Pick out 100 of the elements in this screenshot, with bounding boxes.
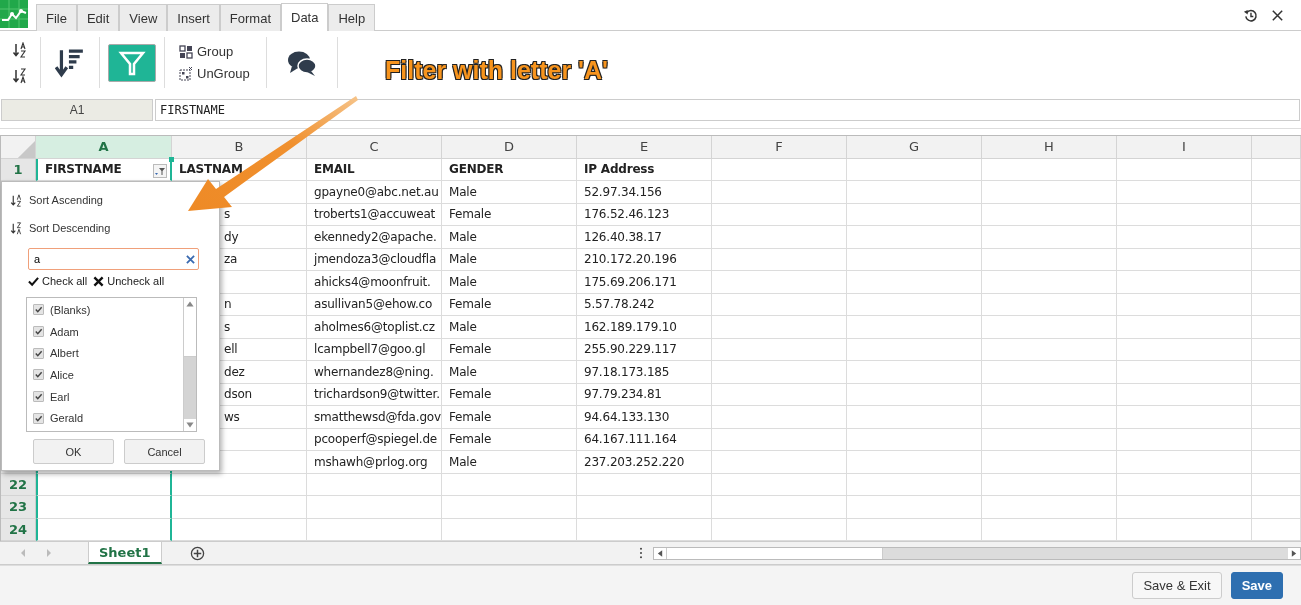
group-button[interactable]: Group: [179, 44, 234, 59]
checkbox[interactable]: [33, 412, 44, 424]
table-cell: [1252, 406, 1301, 429]
table-cell: whernandez8@ning.: [307, 361, 442, 384]
scroll-left-icon[interactable]: [654, 547, 666, 559]
table-cell: Male: [442, 226, 577, 249]
sort-icon[interactable]: [55, 47, 85, 78]
table-cell: troberts1@accuweat: [307, 203, 442, 226]
horizontal-scrollbar[interactable]: [653, 546, 1301, 560]
table-cell: 97.79.234.81: [577, 383, 712, 406]
sort-descending-option[interactable]: Sort Descending: [2, 216, 119, 240]
save-button[interactable]: Save: [1230, 572, 1283, 599]
table-cell: [1252, 496, 1301, 519]
checkbox[interactable]: [33, 391, 44, 403]
check-all-link[interactable]: Check all: [28, 275, 88, 287]
table-cell: [1252, 473, 1301, 496]
checkbox[interactable]: [33, 369, 44, 381]
row-number[interactable]: 1: [1, 158, 36, 181]
row-number[interactable]: 23: [1, 496, 36, 519]
add-sheet-icon[interactable]: [189, 545, 205, 561]
more-icon[interactable]: [639, 547, 643, 559]
table-cell: mshawh@prlog.org: [307, 451, 442, 474]
sort-ascending-icon[interactable]: [12, 41, 28, 58]
table-cell: Female: [442, 383, 577, 406]
table-cell: 64.167.111.164: [577, 428, 712, 451]
ok-button[interactable]: OK: [33, 439, 114, 464]
close-icon[interactable]: [1270, 7, 1285, 23]
row-number[interactable]: 22: [1, 473, 36, 496]
column-header[interactable]: B: [172, 136, 307, 159]
menu-tab[interactable]: Edit: [76, 4, 120, 31]
column-header[interactable]: F: [712, 136, 847, 159]
table-cell: [1252, 271, 1301, 294]
table-cell: Female: [442, 406, 577, 429]
table-cell: Male: [442, 451, 577, 474]
table-cell: 52.97.34.156: [577, 181, 712, 204]
sort-ascending-option[interactable]: Sort Ascending: [2, 188, 111, 212]
table-cell: asullivan5@ehow.co: [307, 293, 442, 316]
name-box[interactable]: A1: [1, 99, 153, 121]
annotation-label: Filter with letter 'A': [385, 56, 609, 85]
menu-tab[interactable]: Data: [281, 3, 329, 31]
group-icon: [179, 44, 193, 59]
checkbox[interactable]: [33, 347, 44, 359]
save-and-exit-button[interactable]: Save & Exit: [1132, 572, 1222, 599]
table-cell: IP Address: [577, 158, 712, 181]
checkbox[interactable]: [33, 326, 44, 338]
table-cell: 210.172.20.196: [577, 248, 712, 271]
cancel-button[interactable]: Cancel: [124, 439, 205, 464]
table-cell: aholmes6@toplist.cz: [307, 316, 442, 339]
cell-text: FIRSTNAME: [45, 162, 122, 177]
column-header[interactable]: G: [847, 136, 982, 159]
search-field[interactable]: a: [28, 248, 199, 270]
uncheck-all-link[interactable]: Uncheck all: [93, 275, 165, 287]
row-number[interactable]: 24: [1, 518, 36, 541]
table-cell: [1252, 338, 1301, 361]
column-header[interactable]: I: [1117, 136, 1252, 159]
ungroup-button[interactable]: UnGroup: [179, 66, 250, 81]
filter-button[interactable]: [108, 43, 156, 82]
table-cell: Male: [442, 248, 577, 271]
table-cell: 176.52.46.123: [577, 203, 712, 226]
table-cell: trichardson9@twitter.: [307, 383, 442, 406]
column-header[interactable]: H: [982, 136, 1117, 159]
column-header[interactable]: E: [577, 136, 712, 159]
sheet-tab[interactable]: Sheet1: [88, 542, 162, 564]
table-cell: 237.203.252.220: [577, 451, 712, 474]
checkbox[interactable]: [33, 304, 44, 316]
clear-icon[interactable]: [186, 255, 195, 264]
table-cell: [1252, 158, 1301, 181]
table-cell: EMAIL: [307, 158, 442, 181]
table-cell: [1252, 248, 1301, 271]
table-cell: 5.57.78.242: [577, 293, 712, 316]
scroll-right-icon[interactable]: [1288, 547, 1300, 559]
table-cell: Female: [442, 428, 577, 451]
menu-tab[interactable]: Help: [328, 4, 376, 31]
menu-tab[interactable]: Insert: [167, 4, 220, 31]
sort-ascending-icon: [10, 193, 23, 207]
table-cell: smatthewsd@fda.gov: [307, 406, 442, 429]
table-cell: 97.18.173.185: [577, 361, 712, 384]
filter-dropdown-icon[interactable]: [153, 163, 167, 178]
table-cell: pcooperf@spiegel.de: [307, 428, 442, 451]
table-cell: ahicks4@moonfruit.: [307, 271, 442, 294]
history-icon[interactable]: [1243, 7, 1258, 23]
table-cell: 94.64.133.130: [577, 406, 712, 429]
menu-tab[interactable]: View: [119, 4, 168, 31]
scrollbar[interactable]: [183, 298, 196, 431]
fill-handle[interactable]: [169, 156, 174, 162]
table-cell: [1252, 361, 1301, 384]
menu-tab[interactable]: Format: [219, 4, 281, 31]
table-cell: ekennedy2@apache.: [307, 226, 442, 249]
scrollbar-thumb[interactable]: [666, 547, 883, 559]
column-header[interactable]: D: [442, 136, 577, 159]
table-cell: 175.69.206.171: [577, 271, 712, 294]
table-cell: [1252, 293, 1301, 316]
column-header[interactable]: A: [36, 136, 172, 159]
formula-field[interactable]: FIRSTNAME: [155, 99, 1300, 121]
column-header[interactable]: C: [307, 136, 442, 159]
table-cell: Male: [442, 271, 577, 294]
table-cell: Male: [442, 361, 577, 384]
sort-descending-icon[interactable]: [12, 67, 28, 84]
menu-tab[interactable]: File: [36, 4, 77, 31]
table-cell: 162.189.179.10: [577, 316, 712, 339]
